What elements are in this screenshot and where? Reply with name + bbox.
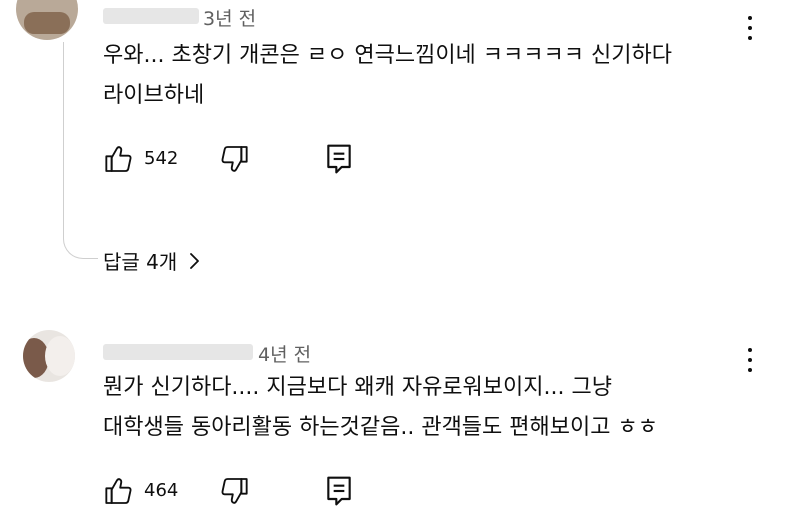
- reply-button[interactable]: [325, 475, 353, 507]
- reply-button[interactable]: [325, 143, 353, 175]
- comment-line: 대학생들 동아리활동 하는것같음.. 관객들도 편해보이고 ㅎㅎ: [103, 415, 658, 440]
- view-replies-button[interactable]: 답글 4개: [103, 246, 201, 275]
- thumbs-down-icon: [221, 478, 248, 504]
- username-redacted[interactable]: [103, 344, 253, 360]
- like-button[interactable]: [103, 143, 137, 175]
- comment-line: 라이브하네: [103, 83, 205, 108]
- comment-1: 3년 전 우와... 초창기 개콘은 ㄹㅇ 연극느낌이네 ㅋㅋㅋㅋㅋ 신기하다 …: [0, 0, 800, 300]
- like-count: 542: [144, 148, 179, 169]
- reply-icon: [327, 144, 351, 174]
- thumbs-up-icon: [105, 146, 132, 172]
- comment-2: 4년 전 뭔가 신기하다.... 지금보다 왜캐 자유로워보이지... 그냥 대…: [0, 300, 800, 519]
- reply-icon: [327, 476, 351, 506]
- comment-text: 뭔가 신기하다.... 지금보다 왜캐 자유로워보이지... 그냥 대학생들 동…: [103, 368, 773, 448]
- dislike-button[interactable]: [218, 475, 252, 507]
- comment-text: 우와... 초창기 개콘은 ㄹㅇ 연극느낌이네 ㅋㅋㅋㅋㅋ 신기하다 라이브하네: [103, 36, 773, 116]
- like-button[interactable]: [103, 475, 137, 507]
- thumbs-up-icon: [105, 478, 132, 504]
- like-count: 464: [144, 480, 179, 501]
- more-vert-icon: [748, 348, 752, 352]
- chevron-right-icon: [190, 252, 200, 269]
- more-vert-icon: [748, 16, 752, 20]
- avatar[interactable]: [16, 0, 78, 40]
- username-redacted[interactable]: [103, 8, 199, 24]
- avatar[interactable]: [23, 330, 75, 382]
- reply-thread-line: [63, 42, 98, 259]
- dislike-button[interactable]: [218, 143, 252, 175]
- comment-time: 3년 전: [203, 8, 257, 30]
- thumbs-down-icon: [221, 146, 248, 172]
- replies-label: 답글 4개: [103, 250, 178, 274]
- comment-line: 우와... 초창기 개콘은 ㄹㅇ 연극느낌이네 ㅋㅋㅋㅋㅋ 신기하다: [103, 43, 672, 68]
- comment-time: 4년 전: [258, 344, 312, 366]
- comment-line: 뭔가 신기하다.... 지금보다 왜캐 자유로워보이지... 그냥: [103, 375, 612, 400]
